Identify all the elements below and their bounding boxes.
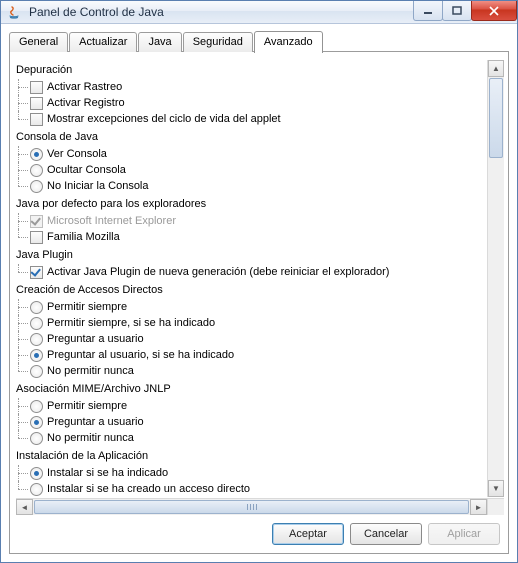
scroll-up-icon[interactable]: ▲ (488, 60, 504, 77)
titlebar[interactable]: Panel de Control de Java (1, 1, 517, 24)
radio-mime-siempre[interactable] (30, 400, 43, 413)
radio-ver-consola[interactable] (30, 148, 43, 161)
java-control-panel-window: Panel de Control de Java General Actuali… (0, 0, 518, 563)
settings-tree: Depuración Activar Rastreo Activar Regis… (16, 62, 486, 497)
scroll-left-icon[interactable]: ◄ (16, 499, 33, 515)
scroll-corner (487, 498, 504, 515)
radio-acc-preguntar-indicado[interactable] (30, 349, 43, 362)
label-mozilla: Familia Mozilla (47, 229, 120, 245)
scroll-right-icon[interactable]: ► (470, 499, 487, 515)
radio-mime-preguntar[interactable] (30, 416, 43, 429)
label-ver-consola: Ver Consola (47, 146, 107, 162)
java-icon (7, 4, 23, 20)
group-depuracion: Depuración (16, 62, 486, 78)
label-mime-siempre: Permitir siempre (47, 398, 127, 414)
label-activar-rastreo: Activar Rastreo (47, 79, 122, 95)
checkbox-mozilla[interactable] (30, 231, 43, 244)
vertical-scrollbar[interactable]: ▲ ▼ (487, 60, 504, 497)
close-button[interactable] (471, 1, 517, 21)
label-acc-nunca: No permitir nunca (47, 363, 134, 379)
tab-actualizar[interactable]: Actualizar (69, 32, 137, 52)
radio-acc-siempre[interactable] (30, 301, 43, 314)
radio-inst-indicado[interactable] (30, 467, 43, 480)
group-accesos: Creación de Accesos Directos (16, 282, 486, 298)
label-plugin-nueva-gen: Activar Java Plugin de nueva generación … (47, 264, 389, 280)
checkbox-ie (30, 215, 43, 228)
tab-panel-avanzado: Depuración Activar Rastreo Activar Regis… (9, 51, 509, 554)
radio-mime-nunca[interactable] (30, 432, 43, 445)
label-mime-nunca: No permitir nunca (47, 430, 134, 446)
tab-avanzado[interactable]: Avanzado (254, 31, 323, 53)
hscroll-thumb[interactable] (34, 500, 469, 514)
label-inst-indicado: Instalar si se ha indicado (47, 465, 168, 481)
label-no-iniciar-consola: No Iniciar la Consola (47, 178, 149, 194)
label-acc-siempre-indicado: Permitir siempre, si se ha indicado (47, 315, 215, 331)
checkbox-mostrar-excepciones[interactable] (30, 113, 43, 126)
label-acc-preguntar-indicado: Preguntar al usuario, si se ha indicado (47, 347, 234, 363)
group-mime: Asociación MIME/Archivo JNLP (16, 381, 486, 397)
label-inst-creado: Instalar si se ha creado un acceso direc… (47, 481, 250, 497)
label-mime-preguntar: Preguntar a usuario (47, 414, 144, 430)
checkbox-plugin-nueva-gen[interactable] (30, 266, 43, 279)
radio-ocultar-consola[interactable] (30, 164, 43, 177)
radio-acc-siempre-indicado[interactable] (30, 317, 43, 330)
tab-seguridad[interactable]: Seguridad (183, 32, 253, 52)
group-instalacion: Instalación de la Aplicación (16, 448, 486, 464)
scroll-down-icon[interactable]: ▼ (488, 480, 504, 497)
tab-general[interactable]: General (9, 32, 68, 52)
label-activar-registro: Activar Registro (47, 95, 125, 111)
group-consola: Consola de Java (16, 129, 486, 145)
label-mostrar-excepciones: Mostrar excepciones del ciclo de vida de… (47, 111, 281, 127)
dialog-buttons: Aceptar Cancelar Aplicar (16, 515, 504, 547)
vscroll-thumb[interactable] (489, 78, 503, 158)
radio-acc-preguntar[interactable] (30, 333, 43, 346)
aplicar-button: Aplicar (428, 523, 500, 545)
label-acc-siempre: Permitir siempre (47, 299, 127, 315)
window-title: Panel de Control de Java (29, 5, 164, 19)
radio-inst-creado[interactable] (30, 483, 43, 496)
cancelar-button[interactable]: Cancelar (350, 523, 422, 545)
maximize-button[interactable] (442, 1, 472, 21)
group-java-defecto: Java por defecto para los exploradores (16, 196, 486, 212)
radio-no-iniciar-consola[interactable] (30, 180, 43, 193)
minimize-button[interactable] (413, 1, 443, 21)
label-acc-preguntar: Preguntar a usuario (47, 331, 144, 347)
aceptar-button[interactable]: Aceptar (272, 523, 344, 545)
horizontal-scrollbar[interactable]: ◄ ► (16, 498, 487, 515)
group-plugin: Java Plugin (16, 247, 486, 263)
label-ie: Microsoft Internet Explorer (47, 213, 176, 229)
tab-strip: General Actualizar Java Seguridad Avanza… (9, 30, 509, 52)
checkbox-activar-registro[interactable] (30, 97, 43, 110)
radio-acc-nunca[interactable] (30, 365, 43, 378)
checkbox-activar-rastreo[interactable] (30, 81, 43, 94)
label-ocultar-consola: Ocultar Consola (47, 162, 126, 178)
tab-java[interactable]: Java (138, 32, 181, 52)
